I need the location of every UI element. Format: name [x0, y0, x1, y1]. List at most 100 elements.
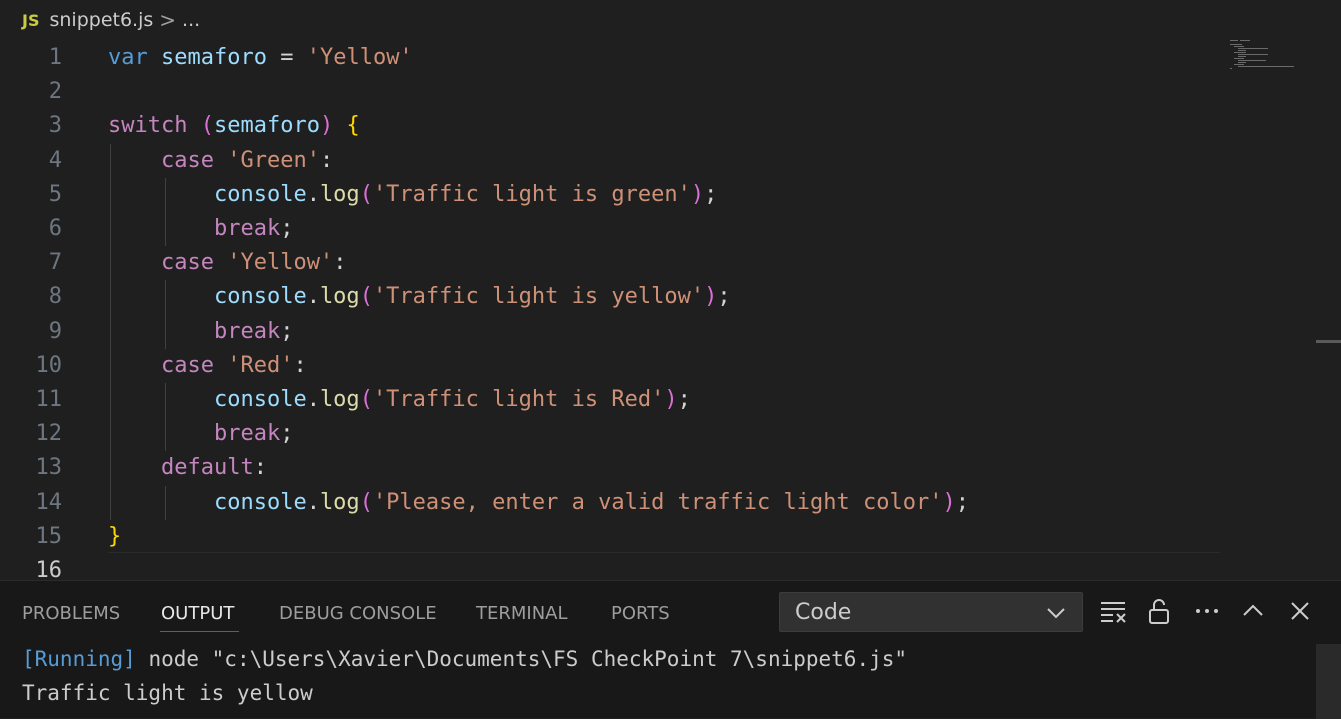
code-token: log: [319, 284, 360, 310]
command-text: node "c:\Users\Xavier\Documents\FS Check…: [135, 647, 908, 671]
code-text: console.log('Traffic light is Red');: [108, 383, 691, 417]
code-token: }: [108, 523, 122, 549]
code-text: break;: [108, 315, 293, 349]
output-scrollbar[interactable]: [1316, 644, 1341, 719]
clear-output-icon[interactable]: [1099, 597, 1127, 625]
code-line[interactable]: 4 case 'Green':: [0, 144, 1230, 178]
code-token: :: [333, 250, 347, 276]
code-line[interactable]: 5 console.log('Traffic light is green');: [0, 178, 1230, 212]
code-text: console.log('Please, enter a valid traff…: [108, 486, 969, 520]
line-number: 16: [35, 558, 63, 580]
code-line[interactable]: 7 case 'Yellow':: [0, 246, 1230, 280]
line-number: 4: [48, 147, 62, 173]
indent-guide: [165, 177, 166, 247]
code-token: log: [319, 387, 360, 412]
indent-guide: [165, 383, 166, 452]
indent-guide: [165, 280, 166, 349]
code-token: :: [293, 352, 307, 378]
code-token: =: [266, 45, 307, 70]
code-line[interactable]: 12 break;: [0, 417, 1230, 451]
code-text: var semaforo = 'Yellow': [108, 41, 413, 75]
code-line[interactable]: 15}: [0, 520, 1230, 554]
more-icon[interactable]: [1193, 597, 1221, 625]
code-token: log: [319, 489, 360, 515]
minimap[interactable]: [1226, 40, 1296, 80]
line-number: 6: [48, 216, 62, 241]
code-token: break: [213, 216, 281, 241]
code-token: console: [213, 387, 307, 412]
code-line[interactable]: 14 console.log('Please, enter a valid tr…: [0, 486, 1230, 520]
code-text: break;: [108, 212, 293, 246]
code-line[interactable]: 16: [0, 554, 1230, 580]
line-number: 1: [48, 45, 62, 70]
lock-icon[interactable]: [1146, 597, 1174, 625]
code-token: var: [108, 45, 148, 70]
active-tab-indicator: [160, 631, 239, 632]
line-number: 8: [48, 284, 62, 310]
line-number: 3: [48, 113, 62, 139]
code-token: ;: [704, 181, 718, 207]
code-line[interactable]: 1 var semaforo = 'Yellow': [0, 41, 1230, 75]
code-token: 'Traffic light is green': [372, 181, 691, 207]
tab-terminal[interactable]: TERMINAL: [476, 603, 568, 631]
code-token: case: [160, 352, 214, 378]
tab-ports[interactable]: PORTS: [611, 603, 670, 631]
code-line[interactable]: 13 default:: [0, 451, 1230, 485]
maximize-panel-icon[interactable]: [1239, 597, 1267, 625]
code-token: 'Yellow': [227, 250, 334, 276]
breadcrumb-ellipsis[interactable]: ...: [182, 9, 200, 31]
code-line[interactable]: 8 console.log('Traffic light is yellow')…: [0, 280, 1230, 314]
code-token: semaforo: [161, 45, 267, 70]
code-editor[interactable]: 1 var semaforo = 'Yellow' 2 3 switch (semafo…: [0, 40, 1341, 580]
code-line[interactable]: 2: [0, 75, 1230, 109]
code-text: case 'Red':: [108, 349, 307, 383]
breadcrumb-file[interactable]: snippet6.js: [49, 9, 153, 31]
breadcrumb-separator: >: [159, 8, 177, 32]
code-text: break;: [108, 417, 293, 451]
code-token: case: [160, 147, 214, 173]
tab-output[interactable]: OUTPUT: [161, 603, 234, 631]
line-number: 10: [35, 352, 63, 378]
code-line[interactable]: 10 case 'Red':: [0, 349, 1230, 383]
code-token: ): [690, 181, 705, 207]
code-token: {: [346, 113, 360, 139]
indent-guide: [165, 485, 166, 520]
code-token: 'Green': [227, 147, 320, 173]
close-panel-icon[interactable]: [1286, 597, 1314, 625]
code-line[interactable]: 6 break;: [0, 212, 1230, 246]
running-tag: [Running]: [22, 647, 136, 671]
code-token: ;: [717, 284, 731, 310]
code-token: ;: [280, 318, 294, 344]
code-line[interactable]: 11 console.log('Traffic light is Red');: [0, 383, 1230, 417]
code-token: 'Yellow': [306, 45, 413, 70]
code-line[interactable]: 3 switch (semaforo) {: [0, 109, 1230, 143]
code-token: 'Red': [227, 352, 294, 378]
code-token: (: [359, 284, 373, 310]
code-token: console: [213, 284, 307, 310]
code-token: ): [942, 489, 956, 515]
code-token: ): [319, 113, 334, 139]
code-token: :: [319, 147, 334, 173]
output-channel-select[interactable]: Code: [779, 592, 1083, 632]
editor-scrollbar-marker[interactable]: [1316, 340, 1341, 343]
tab-problems[interactable]: PROBLEMS: [22, 603, 120, 631]
line-number: 14: [35, 489, 63, 515]
line-number: 15: [35, 523, 63, 549]
tab-debug-console[interactable]: DEBUG CONSOLE: [279, 603, 437, 631]
code-token: .: [306, 489, 320, 515]
code-token: .: [306, 387, 320, 412]
code-line[interactable]: 9 break;: [0, 315, 1230, 349]
line-number: 12: [35, 421, 63, 447]
code-text: case 'Yellow':: [108, 246, 346, 280]
code-token: default: [160, 455, 254, 481]
